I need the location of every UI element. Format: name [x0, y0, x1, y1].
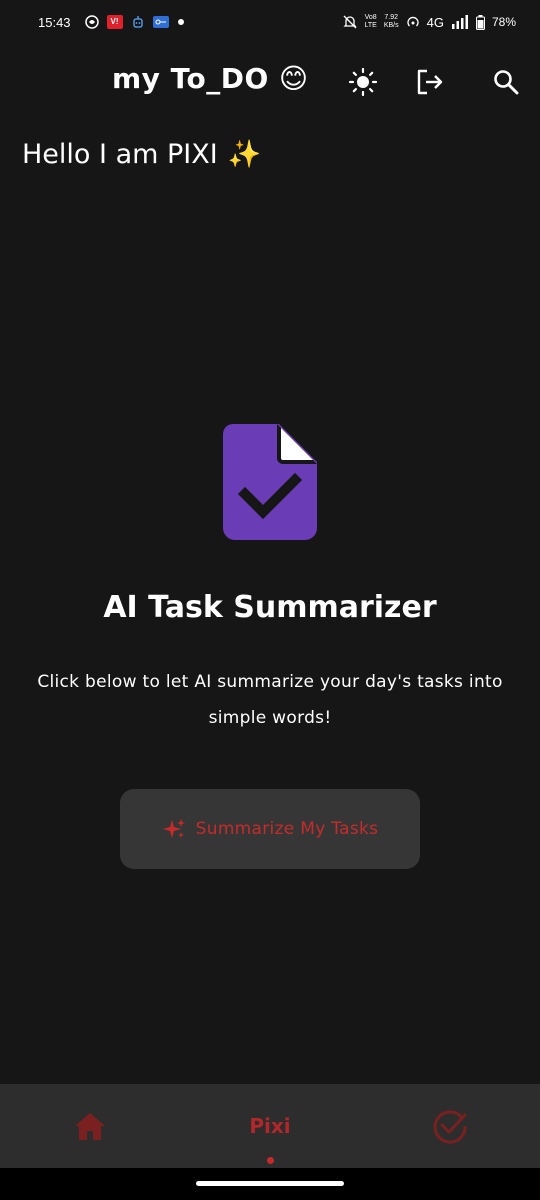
sparkles-emoji: ✨ [227, 139, 262, 170]
theme-toggle-button[interactable] [347, 66, 379, 98]
status-left: 15:43 V! [38, 15, 185, 30]
home-icon [75, 1113, 105, 1140]
home-gesture-bar[interactable] [196, 1181, 344, 1186]
check-circle-icon [433, 1110, 467, 1144]
sparkle-icon [162, 819, 185, 838]
nav-tasks[interactable] [360, 1084, 540, 1168]
bottom-nav: Pixi [0, 1084, 540, 1168]
logout-button[interactable] [414, 66, 446, 98]
speed-value: 7.92 [384, 14, 399, 21]
speed-unit: KB/s [383, 22, 399, 29]
status-bar: 15:43 V! Vo8 LTE 7.92 KB/s 4G 78% [0, 0, 540, 44]
robot-icon [131, 15, 145, 29]
network-type: 4G [426, 14, 444, 30]
volte-bottom: LTE [364, 22, 377, 29]
sun-icon [348, 67, 378, 97]
summarizer-title: AI Task Summarizer [103, 590, 437, 625]
document-check-icon [223, 424, 317, 540]
alarm-icon [84, 15, 99, 29]
status-right: Vo8 LTE 7.92 KB/s 4G 78% [342, 14, 516, 30]
key-app-icon [152, 15, 169, 29]
app-title-text: my To_DO [112, 62, 269, 95]
battery-icon [475, 14, 485, 30]
app-title: my To_DO 😊 [112, 62, 309, 95]
status-time: 15:43 [38, 14, 71, 30]
nav-home[interactable] [0, 1084, 180, 1168]
notification-dot-icon [177, 18, 185, 26]
nav-pixi-label: Pixi [249, 1114, 291, 1138]
volte-top: Vo8 [364, 14, 377, 21]
summarize-button-label: Summarize My Tasks [195, 819, 379, 839]
volte-indicator: Vo8 LTE [365, 14, 377, 30]
summarizer-description: Click below to let AI summarize your day… [37, 672, 503, 728]
smile-emoji: 😊 [278, 62, 309, 95]
speed-indicator: 7.92 KB/s [384, 14, 399, 30]
greeting-text: Hello I am PIXI [22, 138, 218, 170]
vi-app-icon: V! [106, 15, 123, 29]
gesture-area [0, 1168, 540, 1200]
summarize-tasks-button[interactable]: Summarize My Tasks [120, 789, 420, 869]
app-header: my To_DO 😊 [0, 52, 540, 112]
battery-percent: 78% [491, 15, 516, 29]
nav-pixi[interactable]: Pixi [180, 1084, 360, 1168]
active-indicator-dot [266, 1157, 274, 1164]
signal-icon [451, 15, 469, 29]
mute-icon [342, 14, 358, 30]
search-icon [494, 70, 519, 95]
search-button[interactable] [490, 66, 522, 98]
greeting: Hello I am PIXI ✨ [22, 138, 262, 171]
hotspot-icon [406, 15, 420, 29]
logout-icon [417, 69, 443, 95]
